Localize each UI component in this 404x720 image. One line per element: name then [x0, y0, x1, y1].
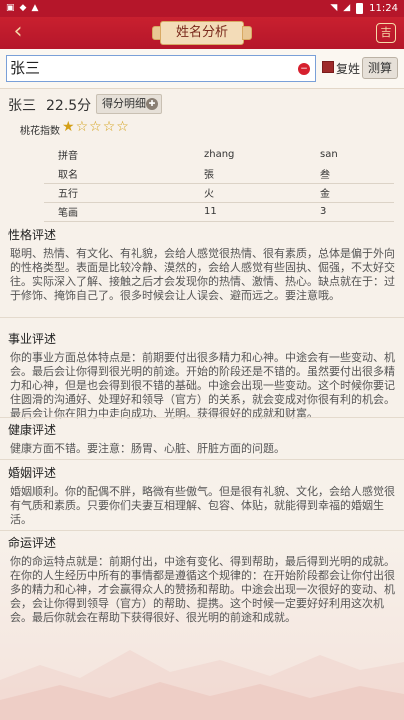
app-notification-icon: ▣ [6, 3, 15, 13]
table-row: 取名張叁 [44, 164, 394, 184]
section-body: 健康方面不错。要注意：肠胃、心脏、肝脏方面的问题。 [10, 442, 285, 455]
section-title: 事业评述 [8, 332, 57, 346]
score-detail-label: 得分明细 [102, 97, 146, 110]
table-cell: 取名 [44, 164, 104, 184]
star-empty-icon: ☆ [89, 119, 102, 135]
fuxing-label: 复姓 [336, 62, 361, 76]
divider [0, 459, 404, 460]
star-empty-icon: ☆ [102, 119, 116, 135]
star-empty-icon: ☆ [75, 119, 89, 135]
table-cell: 五行 [44, 183, 104, 203]
result-content[interactable]: 张三 22.5分 得分明细 ✚ 桃花指数 ★ ☆ ☆ ☆ ☆ 拼音 zhang san 取名張… [0, 89, 404, 720]
table-cell: zhang [204, 149, 235, 160]
wifi-icon: ◥ [330, 3, 338, 13]
app-header: ‹ 姓名分析 吉 [0, 17, 404, 49]
table-cell: 張 [104, 164, 274, 184]
detail-icon: ✚ [146, 98, 158, 110]
career-section: 事业评述 你的事业方面总体特点是：前期要付出很多精力和心神。中途会有一些变动、机… [8, 331, 398, 421]
peach-rating: ★ ☆ ☆ ☆ ☆ [62, 119, 129, 135]
signal-icon: ◢ [343, 3, 351, 13]
section-body: 你的事业方面总体特点是：前期要付出很多精力和心神。中途会有一些变动、机会。最后会… [10, 351, 395, 420]
section-body: 聪明、热情、有文化、有礼貌，会给人感觉很热情、很有素质，总体是偏于外向的性格类型… [10, 247, 395, 302]
table-cell: 叁 [274, 164, 394, 184]
table-cell: 火 [104, 183, 274, 203]
table-cell: 11 [104, 202, 274, 222]
health-section: 健康评述 健康方面不错。要注意：肠胃、心脏、肝脏方面的问题。 [8, 422, 398, 456]
table-cell: 3 [274, 202, 394, 222]
section-title: 命运评述 [8, 536, 57, 550]
table-row: 笔画 11 3 [44, 202, 394, 222]
table-cell: 笔画 [44, 202, 104, 222]
clear-icon[interactable]: − [298, 63, 310, 75]
search-row: 张三 − 复姓 测算 [0, 49, 404, 89]
personality-section: 性格评述 聪明、热情、有文化、有礼貌，会给人感觉很热情、很有素质，总体是偏于外向… [8, 227, 398, 303]
table-row: 五行火金 [44, 183, 394, 203]
app-notification-icon: ▲ [31, 3, 39, 13]
system-icons: ◥ ◢ 11:24 [330, 2, 398, 14]
fortune-icon[interactable]: 吉 [376, 23, 396, 43]
divider [0, 417, 404, 418]
calculate-button[interactable]: 测算 [362, 57, 398, 79]
star-filled-icon: ★ [62, 119, 75, 135]
divider [0, 530, 404, 531]
fuxing-checkbox[interactable] [322, 61, 334, 73]
notification-icons: ▣ ◆ ▲ [6, 2, 38, 14]
section-body: 你的命运特点就是：前期付出，中途有变化、得到帮助，最后得到光明的成就。在你的人生… [10, 555, 395, 624]
title-plaque: 姓名分析 [152, 21, 252, 45]
table-cell: 拼音 [58, 151, 78, 162]
page-title: 姓名分析 [175, 25, 228, 40]
score-detail-button[interactable]: 得分明细 ✚ [96, 94, 162, 114]
star-empty-icon: ☆ [116, 119, 129, 135]
section-title: 性格评述 [8, 228, 57, 242]
table-row: 拼音 zhang san [44, 145, 394, 164]
name-breakdown-table: 拼音 zhang san 取名張叁五行火金笔画 11 3 [44, 145, 394, 222]
back-arrow-icon[interactable]: ‹ [6, 21, 30, 45]
table-cell: san [320, 149, 338, 160]
section-title: 婚姻评述 [8, 466, 57, 480]
marriage-section: 婚姻评述 婚姻顺利。你的配偶不胖，略微有些傲气。但是很有礼貌、文化，会给人感觉很… [8, 465, 398, 527]
table-cell: 金 [274, 183, 394, 203]
result-score: 22.5分 [46, 98, 92, 114]
status-time: 11:24 [369, 2, 398, 14]
name-input[interactable]: 张三 [6, 55, 316, 82]
divider [0, 317, 404, 318]
section-body: 婚姻顺利。你的配偶不胖，略微有些傲气。但是很有礼貌、文化，会给人感觉很有气质和素… [10, 485, 395, 526]
section-title: 健康评述 [8, 423, 57, 437]
battery-icon [356, 2, 364, 14]
app-notification-icon: ◆ [19, 3, 27, 13]
status-bar: ▣ ◆ ▲ ◥ ◢ 11:24 [0, 0, 404, 17]
mountain-background [0, 650, 404, 720]
fate-section: 命运评述 你的命运特点就是：前期付出，中途有变化、得到帮助，最后得到光明的成就。… [8, 535, 398, 625]
result-name: 张三 [8, 98, 36, 114]
peach-index-label: 桃花指数 [20, 126, 60, 137]
